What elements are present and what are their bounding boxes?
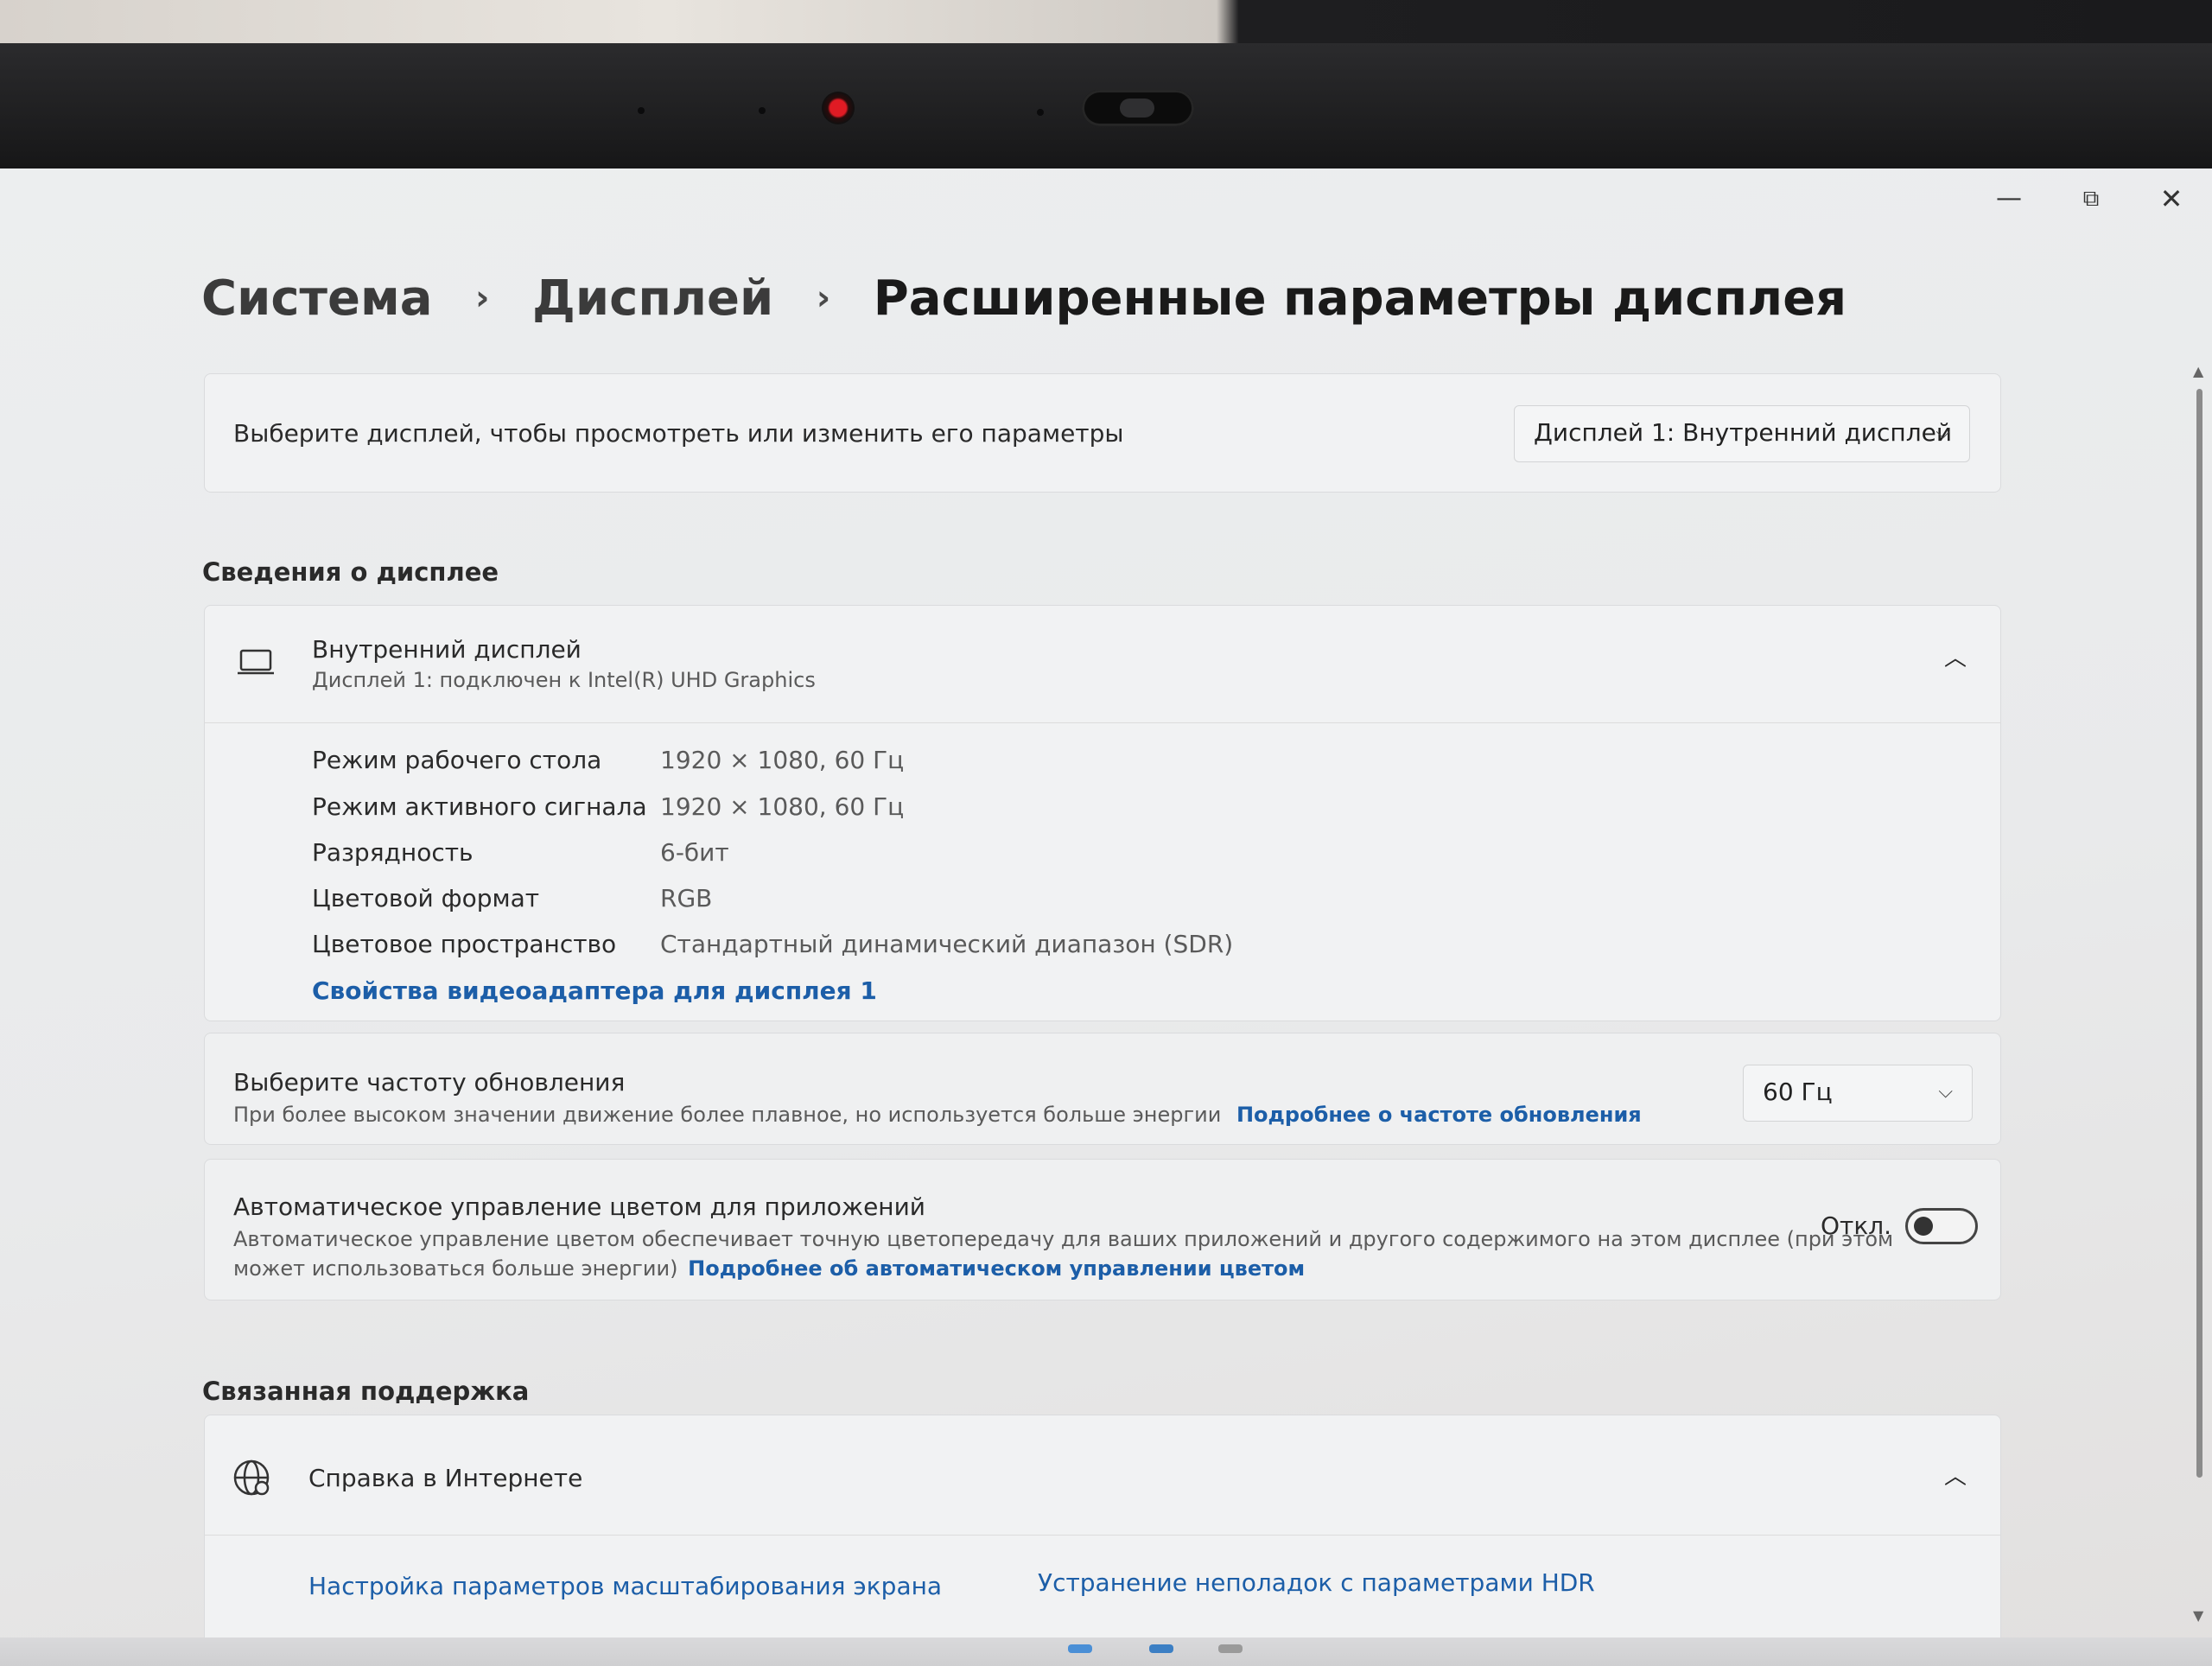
auto-color-description-line2: может использоваться больше энергии) Под…	[233, 1256, 1305, 1281]
refresh-rate-link[interactable]: Подробнее о частоте обновления	[1236, 1103, 1642, 1127]
laptop-icon	[238, 649, 274, 675]
info-label: Цветовое пространство	[312, 930, 617, 958]
display-info-heading: Сведения о дисплее	[202, 557, 499, 587]
auto-color-state-label: Откл.	[1821, 1211, 1892, 1240]
related-support-heading: Связанная поддержка	[202, 1377, 530, 1406]
scaling-help-link[interactable]: Настройка параметров масштабирования экр…	[308, 1572, 942, 1600]
display-info-details: Режим рабочего стола 1920 × 1080, 60 Гц …	[204, 722, 2001, 1021]
info-value: Стандартный динамический диапазон (SDR)	[660, 930, 1234, 958]
chevron-right-icon: ›	[816, 278, 831, 318]
minimize-button[interactable]: —	[1983, 181, 2035, 217]
page-title: Расширенные параметры дисплея	[873, 270, 1847, 327]
taskbar-app-icon[interactable]	[1068, 1644, 1092, 1653]
webcam-icon	[822, 92, 855, 124]
auto-color-description-text: может использоваться больше энергии)	[233, 1256, 678, 1281]
auto-color-toggle[interactable]	[1905, 1208, 1978, 1244]
adapter-properties-link[interactable]: Свойства видеоадаптера для дисплея 1	[312, 976, 877, 1005]
breadcrumb-system[interactable]: Система	[201, 270, 433, 327]
taskbar	[0, 1637, 2212, 1666]
info-label: Разрядность	[312, 838, 474, 867]
info-value: 6-бит	[660, 838, 729, 867]
chevron-up-icon[interactable]: ︿	[1944, 640, 1967, 672]
sensor-dot	[638, 107, 645, 114]
scrollbar[interactable]: ▲ ▼	[2193, 363, 2205, 1633]
online-help-links: Настройка параметров масштабирования экр…	[204, 1535, 2001, 1646]
info-label: Цветовой формат	[312, 884, 540, 912]
display-info-header[interactable]: Внутренний дисплей Дисплей 1: подключен …	[204, 605, 2001, 723]
scroll-up-icon[interactable]: ▲	[2193, 363, 2203, 379]
settings-window: — ⧉ ✕ Система › Дисплей › Расширенные па…	[0, 169, 2212, 1646]
info-label: Режим рабочего стола	[312, 746, 602, 774]
title-bar: — ⧉ ✕	[0, 169, 2212, 229]
restore-button[interactable]: ⧉	[2065, 181, 2117, 217]
refresh-rate-value: 60 Гц	[1763, 1078, 1833, 1106]
sensor-dot	[759, 107, 766, 114]
info-value: 1920 × 1080, 60 Гц	[660, 746, 905, 774]
breadcrumb: Система › Дисплей › Расширенные параметр…	[201, 270, 1872, 327]
hdr-help-link[interactable]: Устранение неполадок с параметрами HDR	[1038, 1568, 1595, 1597]
info-value: 1920 × 1080, 60 Гц	[660, 792, 905, 821]
scroll-thumb[interactable]	[2196, 389, 2202, 1478]
taskbar-app-icon[interactable]	[1149, 1644, 1173, 1653]
chevron-down-icon: ⌵	[1936, 422, 1950, 443]
display-select-prompt: Выберите дисплей, чтобы просмотреть или …	[233, 419, 1124, 448]
auto-color-card: Автоматическое управление цветом для при…	[204, 1159, 2001, 1300]
breadcrumb-display[interactable]: Дисплей	[532, 270, 773, 327]
online-help-title: Справка в Интернете	[308, 1464, 583, 1492]
globe-icon	[233, 1459, 270, 1496]
scroll-down-icon[interactable]: ▼	[2193, 1607, 2203, 1624]
chevron-right-icon: ›	[475, 278, 490, 318]
info-value: RGB	[660, 884, 713, 912]
display-select-dropdown[interactable]: Дисплей 1: Внутренний дисплей ⌵	[1514, 405, 1970, 462]
info-label: Режим активного сигнала	[312, 792, 647, 821]
auto-color-description-line1: Автоматическое управление цветом обеспеч…	[233, 1227, 1894, 1251]
taskbar-app-icon[interactable]	[1218, 1644, 1243, 1653]
chevron-up-icon[interactable]: ︿	[1944, 1459, 1967, 1491]
refresh-rate-title: Выберите частоту обновления	[233, 1068, 626, 1097]
display-info-subtitle: Дисплей 1: подключен к Intel(R) UHD Grap…	[312, 668, 816, 692]
auto-color-link[interactable]: Подробнее об автоматическом управлении ц…	[688, 1256, 1305, 1281]
online-help-header[interactable]: Справка в Интернете ︿	[204, 1415, 2001, 1536]
laptop-bezel	[0, 43, 2212, 173]
refresh-rate-card: Выберите частоту обновления При более вы…	[204, 1033, 2001, 1145]
sensor-dot	[1037, 109, 1044, 116]
refresh-rate-dropdown[interactable]: 60 Гц ⌵	[1743, 1065, 1973, 1122]
display-info-title: Внутренний дисплей	[312, 635, 582, 664]
close-button[interactable]: ✕	[2145, 181, 2197, 217]
chevron-down-icon: ⌵	[1938, 1081, 1953, 1103]
auto-color-title: Автоматическое управление цветом для при…	[233, 1192, 925, 1221]
privacy-shutter	[1082, 90, 1194, 126]
display-select-value: Дисплей 1: Внутренний дисплей	[1534, 418, 1953, 447]
refresh-rate-description: При более высоком значении движение боле…	[233, 1103, 1642, 1127]
display-select-card: Выберите дисплей, чтобы просмотреть или …	[204, 373, 2001, 493]
refresh-rate-description-text: При более высоком значении движение боле…	[233, 1103, 1222, 1127]
